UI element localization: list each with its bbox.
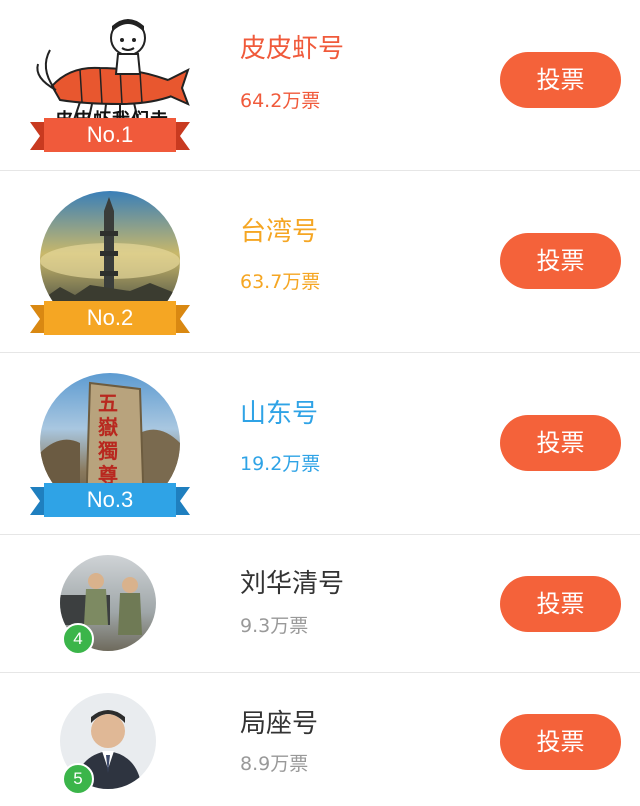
- item-name: 山东号: [240, 399, 319, 429]
- vote-button[interactable]: 投票: [500, 415, 621, 471]
- list-item: 皮皮虾我们走 No.1 皮皮虾号 64.2万票 投票: [0, 0, 640, 171]
- vote-count: 64.2万票: [240, 90, 321, 112]
- rank-label: No.2: [86, 305, 134, 330]
- rank-label: No.1: [86, 122, 134, 147]
- item-name: 台湾号: [240, 217, 319, 247]
- vote-count: 63.7万票: [240, 271, 321, 293]
- list-item: 五嶽獨尊 No.3 山东号 19.2万票 投票: [0, 353, 640, 535]
- list-item: 4 刘华清号 9.3万票 投票: [0, 535, 640, 673]
- vote-button[interactable]: 投票: [500, 714, 621, 770]
- rank-badge: 4: [62, 623, 94, 655]
- item-name: 刘华清号: [240, 569, 345, 599]
- item-name: 皮皮虾号: [240, 34, 345, 64]
- item-name: 局座号: [240, 709, 319, 739]
- stone-inscription: 五嶽獨尊: [98, 391, 118, 487]
- vote-button[interactable]: 投票: [500, 52, 621, 108]
- rank-label: No.3: [86, 487, 134, 512]
- vote-count: 8.9万票: [240, 753, 309, 775]
- avatar: 皮皮虾我们走 No.1: [30, 8, 190, 158]
- avatar: No.2: [30, 191, 190, 341]
- vote-button[interactable]: 投票: [500, 576, 621, 632]
- vote-count: 9.3万票: [240, 615, 309, 637]
- vote-count: 19.2万票: [240, 453, 321, 475]
- list-item: No.2 台湾号 63.7万票 投票: [0, 171, 640, 353]
- ranking-list: 皮皮虾我们走 No.1 皮皮虾号 64.2万票 投票: [0, 0, 640, 806]
- avatar: 5: [60, 693, 160, 795]
- vote-button[interactable]: 投票: [500, 233, 621, 289]
- avatar: 4: [60, 555, 160, 655]
- rank-badge: 5: [62, 763, 94, 795]
- avatar: 五嶽獨尊 No.3: [30, 373, 190, 523]
- list-item: 5 局座号 8.9万票 投票: [0, 673, 640, 806]
